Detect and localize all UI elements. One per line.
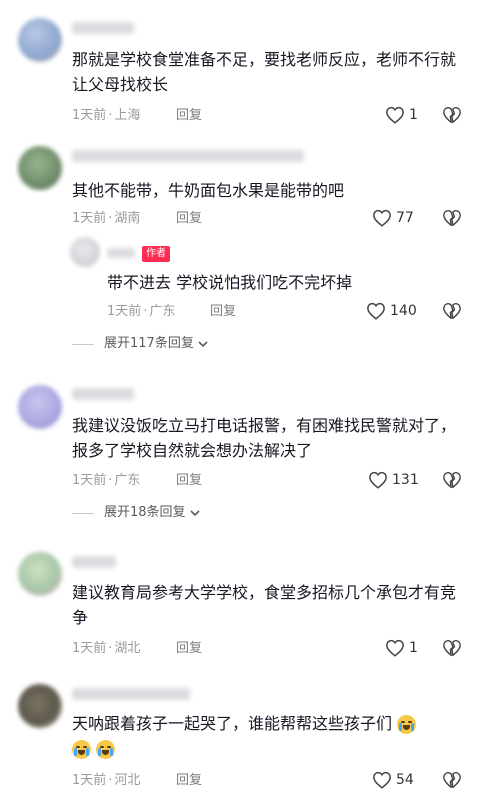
comment-text: 天呐跟着孩子一起哭了，谁能帮帮这些孩子们 — [72, 711, 470, 761]
like-button[interactable]: 1 — [385, 106, 418, 124]
broken-heart-icon — [443, 106, 461, 124]
avatar[interactable] — [70, 237, 100, 267]
comment-location: 湖北 — [114, 641, 141, 656]
comment-location: 湖南 — [114, 211, 141, 226]
heart-outline-icon — [386, 639, 404, 657]
divider-line — [72, 343, 94, 345]
broken-heart-icon — [443, 639, 461, 657]
meta-separator: · — [108, 473, 113, 488]
broken-heart-icon — [443, 471, 461, 489]
heart-outline-icon — [386, 106, 404, 124]
username[interactable] — [72, 556, 116, 568]
like-count: 131 — [392, 472, 419, 488]
like-button[interactable]: 131 — [368, 471, 419, 489]
like-button[interactable]: 140 — [366, 302, 417, 320]
comment-text: 其他不能带，牛奶面包水果是能带的吧 — [72, 181, 345, 200]
comment-time: 1天前 — [72, 473, 107, 488]
comment-text-body: 天呐跟着孩子一起哭了，谁能帮帮这些孩子们 — [72, 714, 393, 733]
chevron-down-icon — [198, 341, 208, 348]
avatar[interactable] — [18, 18, 62, 62]
reply-button[interactable]: 回复 — [176, 640, 202, 658]
like-button[interactable]: 77 — [372, 209, 414, 227]
heart-outline-icon — [373, 771, 391, 789]
dislike-button[interactable] — [442, 771, 462, 793]
comment-meta: 1天前 · 河北 — [72, 772, 140, 790]
like-button[interactable]: 1 — [385, 639, 418, 657]
comment-meta: 1天前 · 湖北 — [72, 640, 140, 658]
comment-location: 河北 — [114, 773, 141, 788]
reply-text: 带不进去 学校说怕我们吃不完坏掉 — [107, 273, 353, 292]
heart-outline-icon — [373, 209, 391, 227]
divider-line — [72, 512, 94, 514]
username[interactable] — [107, 248, 135, 258]
comment-location: 广东 — [114, 473, 141, 488]
meta-separator: · — [108, 641, 113, 656]
heart-outline-icon — [369, 471, 387, 489]
comment-meta: 1天前 · 湖南 — [72, 210, 140, 228]
dislike-button[interactable] — [442, 302, 462, 324]
dislike-button[interactable] — [442, 209, 462, 231]
broken-heart-icon — [443, 771, 461, 789]
expand-replies-button[interactable]: 展开117条回复 — [72, 335, 209, 353]
dislike-button[interactable] — [442, 639, 462, 661]
comment-time: 1天前 — [107, 304, 142, 319]
like-count: 1 — [409, 107, 418, 123]
author-badge: 作者 — [142, 246, 170, 262]
expand-replies-button[interactable]: 展开18条回复 — [72, 504, 201, 522]
like-count: 54 — [396, 772, 414, 788]
avatar[interactable] — [18, 146, 62, 190]
comment-time: 1天前 — [72, 108, 107, 123]
comment-meta: 1天前 · 广东 — [72, 472, 140, 490]
comment-location: 上海 — [114, 108, 141, 123]
reply-button[interactable]: 回复 — [176, 772, 202, 790]
broken-heart-icon — [443, 209, 461, 227]
comment-location: 广东 — [149, 304, 176, 319]
meta-separator: · — [108, 773, 113, 788]
like-count: 77 — [396, 210, 414, 226]
comment-time: 1天前 — [72, 641, 107, 656]
meta-separator: · — [108, 108, 113, 123]
username[interactable] — [72, 150, 304, 162]
expand-replies-label: 展开18条回复 — [104, 505, 186, 520]
avatar[interactable] — [18, 385, 62, 429]
broken-heart-icon — [443, 302, 461, 320]
reply-button[interactable]: 回复 — [176, 107, 202, 125]
meta-separator: · — [108, 211, 113, 226]
dislike-button[interactable] — [442, 471, 462, 493]
dislike-button[interactable] — [442, 106, 462, 128]
username[interactable] — [72, 688, 190, 700]
comment-text: 那就是学校食堂准备不足，要找老师反应，老师不行就让父母找校长 — [72, 50, 457, 94]
like-count: 1 — [409, 640, 418, 656]
reply-button[interactable]: 回复 — [176, 472, 202, 490]
crying-face-emoji — [397, 715, 417, 734]
like-count: 140 — [390, 303, 417, 319]
meta-separator: · — [143, 304, 148, 319]
avatar[interactable] — [18, 552, 62, 596]
comment-time: 1天前 — [72, 211, 107, 226]
comment-text: 建议教育局参考大学学校，食堂多招标几个承包才有竞争 — [72, 583, 457, 627]
crying-face-emoji — [72, 740, 91, 759]
reply-button[interactable]: 回复 — [176, 210, 202, 228]
username[interactable] — [72, 388, 134, 400]
username[interactable] — [72, 22, 134, 34]
comment-text: 我建议没饭吃立马打电话报警，有困难找民警就对了，报多了学校自然就会想办法解决了 — [72, 416, 457, 460]
avatar[interactable] — [18, 684, 62, 728]
comment-meta: 1天前 · 广东 — [107, 303, 175, 321]
reply-button[interactable]: 回复 — [210, 303, 236, 321]
expand-replies-label: 展开117条回复 — [104, 336, 194, 351]
chevron-down-icon — [189, 510, 200, 517]
comment-meta: 1天前 · 上海 — [72, 107, 140, 125]
heart-outline-icon — [367, 302, 385, 320]
crying-face-emoji — [96, 740, 116, 759]
like-button[interactable]: 54 — [372, 771, 414, 789]
comment-time: 1天前 — [72, 773, 107, 788]
